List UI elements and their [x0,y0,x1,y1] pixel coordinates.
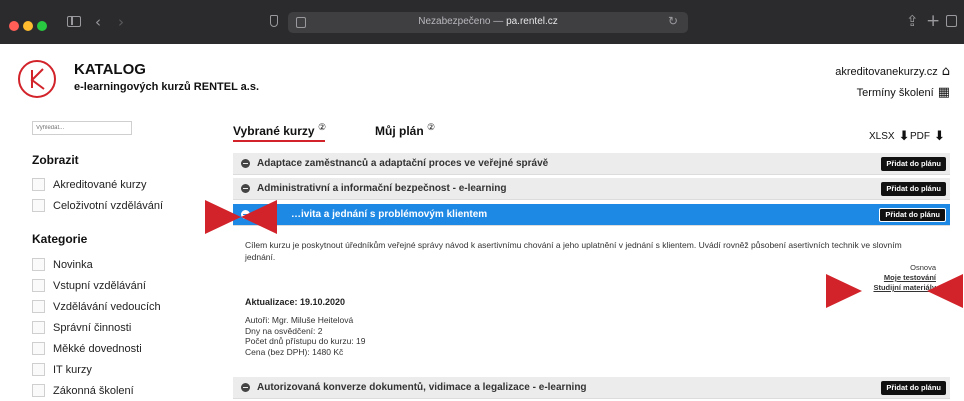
tab-selected-courses[interactable]: Vybrané kurzy ② [233,122,326,138]
url-text: Nezabezpečeno — pa.rentel.cz [418,16,558,27]
category-item[interactable]: Vstupní vzdělávání [32,279,146,292]
checkbox[interactable] [32,363,45,376]
price: Cena (bez DPH): 1480 Kč [245,346,344,357]
download-icon: ⬇ [898,129,910,144]
training-dates-link[interactable]: Termíny školení ▦ [857,85,950,100]
category-item[interactable]: Vzdělávání vedoucích [32,300,161,313]
course-row[interactable]: Administrativní a informační bezpečnost … [233,178,950,200]
course-row[interactable]: Adaptace zaměstnanců a adaptační proces … [233,153,950,175]
close-window-button[interactable] [9,21,19,31]
expand-icon[interactable] [241,184,250,193]
checkbox[interactable] [32,279,45,292]
course-row-active[interactable]: …ivita a jednání s problémovým klientem … [233,204,950,226]
outline-link[interactable]: Osnova [873,263,936,273]
tab-overview-icon[interactable] [946,15,957,27]
category-item[interactable]: Novinka [32,258,93,271]
filter-lifelong[interactable]: Celoživotní vzdělávání [32,199,163,212]
add-to-plan-button[interactable]: Přidat do plánu [881,381,946,395]
course-description: Cílem kurzu je poskytnout úředníkům veře… [245,240,902,262]
accredited-courses-link[interactable]: akreditovanekurzy.cz ⌂ [835,64,950,79]
help-icon[interactable]: ② [427,122,435,132]
home-icon: ⌂ [941,64,950,79]
annotation-arrow [205,200,241,234]
catalog-title: KATALOG [74,61,146,78]
show-section-title: Zobrazit [32,153,79,167]
checkbox[interactable] [32,321,45,334]
category-item[interactable]: Měkké dovednosti [32,342,142,355]
authors: Autoři: Mgr. Miluše Heitelová [245,315,354,325]
certificate-days: Dny na osvědčení: 2 [245,325,323,336]
export-xlsx-button[interactable]: XLSX ⬇ [869,129,909,144]
download-icon: ⬇ [934,129,945,144]
add-to-plan-button[interactable]: Přidat do plánu [881,157,946,171]
course-meta: Autoři: Mgr. Miluše Heitelová Dny na osv… [245,315,366,357]
category-item[interactable]: Správní činnosti [32,321,131,334]
tab-my-plan[interactable]: Můj plán ② [375,122,435,138]
search-input[interactable] [32,121,132,135]
annotation-arrow [241,200,277,234]
category-item[interactable]: Zákonná školení [32,384,134,397]
filter-accredited[interactable]: Akreditované kurzy [32,178,147,191]
annotation-arrow [826,274,862,308]
active-tab-indicator [233,140,325,142]
add-to-plan-button[interactable]: Přidat do plánu [881,182,946,196]
expand-icon[interactable] [241,159,250,168]
catalog-subtitle: e-learningových kurzů RENTEL a.s. [74,81,260,93]
address-bar[interactable]: Nezabezpečeno — pa.rentel.cz ↻ [288,12,688,33]
checkbox[interactable] [32,342,45,355]
access-days: Počet dnů přístupu do kurzu: 19 [245,336,366,346]
privacy-shield-icon[interactable] [270,15,278,27]
reload-icon[interactable]: ↻ [668,14,678,28]
sidebar-toggle-icon[interactable] [67,16,81,27]
export-pdf-button[interactable]: PDF ⬇ [910,129,945,144]
back-icon[interactable]: ‹ [95,13,101,31]
share-icon[interactable]: ⇪ [906,12,919,30]
add-to-plan-button[interactable]: Přidat do plánu [879,208,946,222]
course-row[interactable]: Autorizovaná konverze dokumentů, vidimac… [233,377,950,399]
expand-icon[interactable] [241,383,250,392]
annotation-arrow [927,274,963,308]
browser-toolbar: ‹ › Nezabezpečeno — pa.rentel.cz ↻ ⇪ + [0,0,964,44]
category-item[interactable]: IT kurzy [32,363,92,376]
checkbox[interactable] [32,300,45,313]
zoom-window-button[interactable] [37,21,47,31]
calendar-icon: ▦ [937,85,950,100]
update-date: Aktualizace: 19.10.2020 [245,297,346,307]
category-section-title: Kategorie [32,232,88,246]
checkbox[interactable] [32,384,45,397]
checkbox[interactable] [32,178,45,191]
minimize-window-button[interactable] [23,21,33,31]
rentel-logo[interactable] [18,60,56,98]
checkbox[interactable] [32,258,45,271]
forward-icon[interactable]: › [118,13,124,31]
new-tab-icon[interactable]: + [926,11,940,31]
checkbox[interactable] [32,199,45,212]
help-icon[interactable]: ② [318,122,326,132]
